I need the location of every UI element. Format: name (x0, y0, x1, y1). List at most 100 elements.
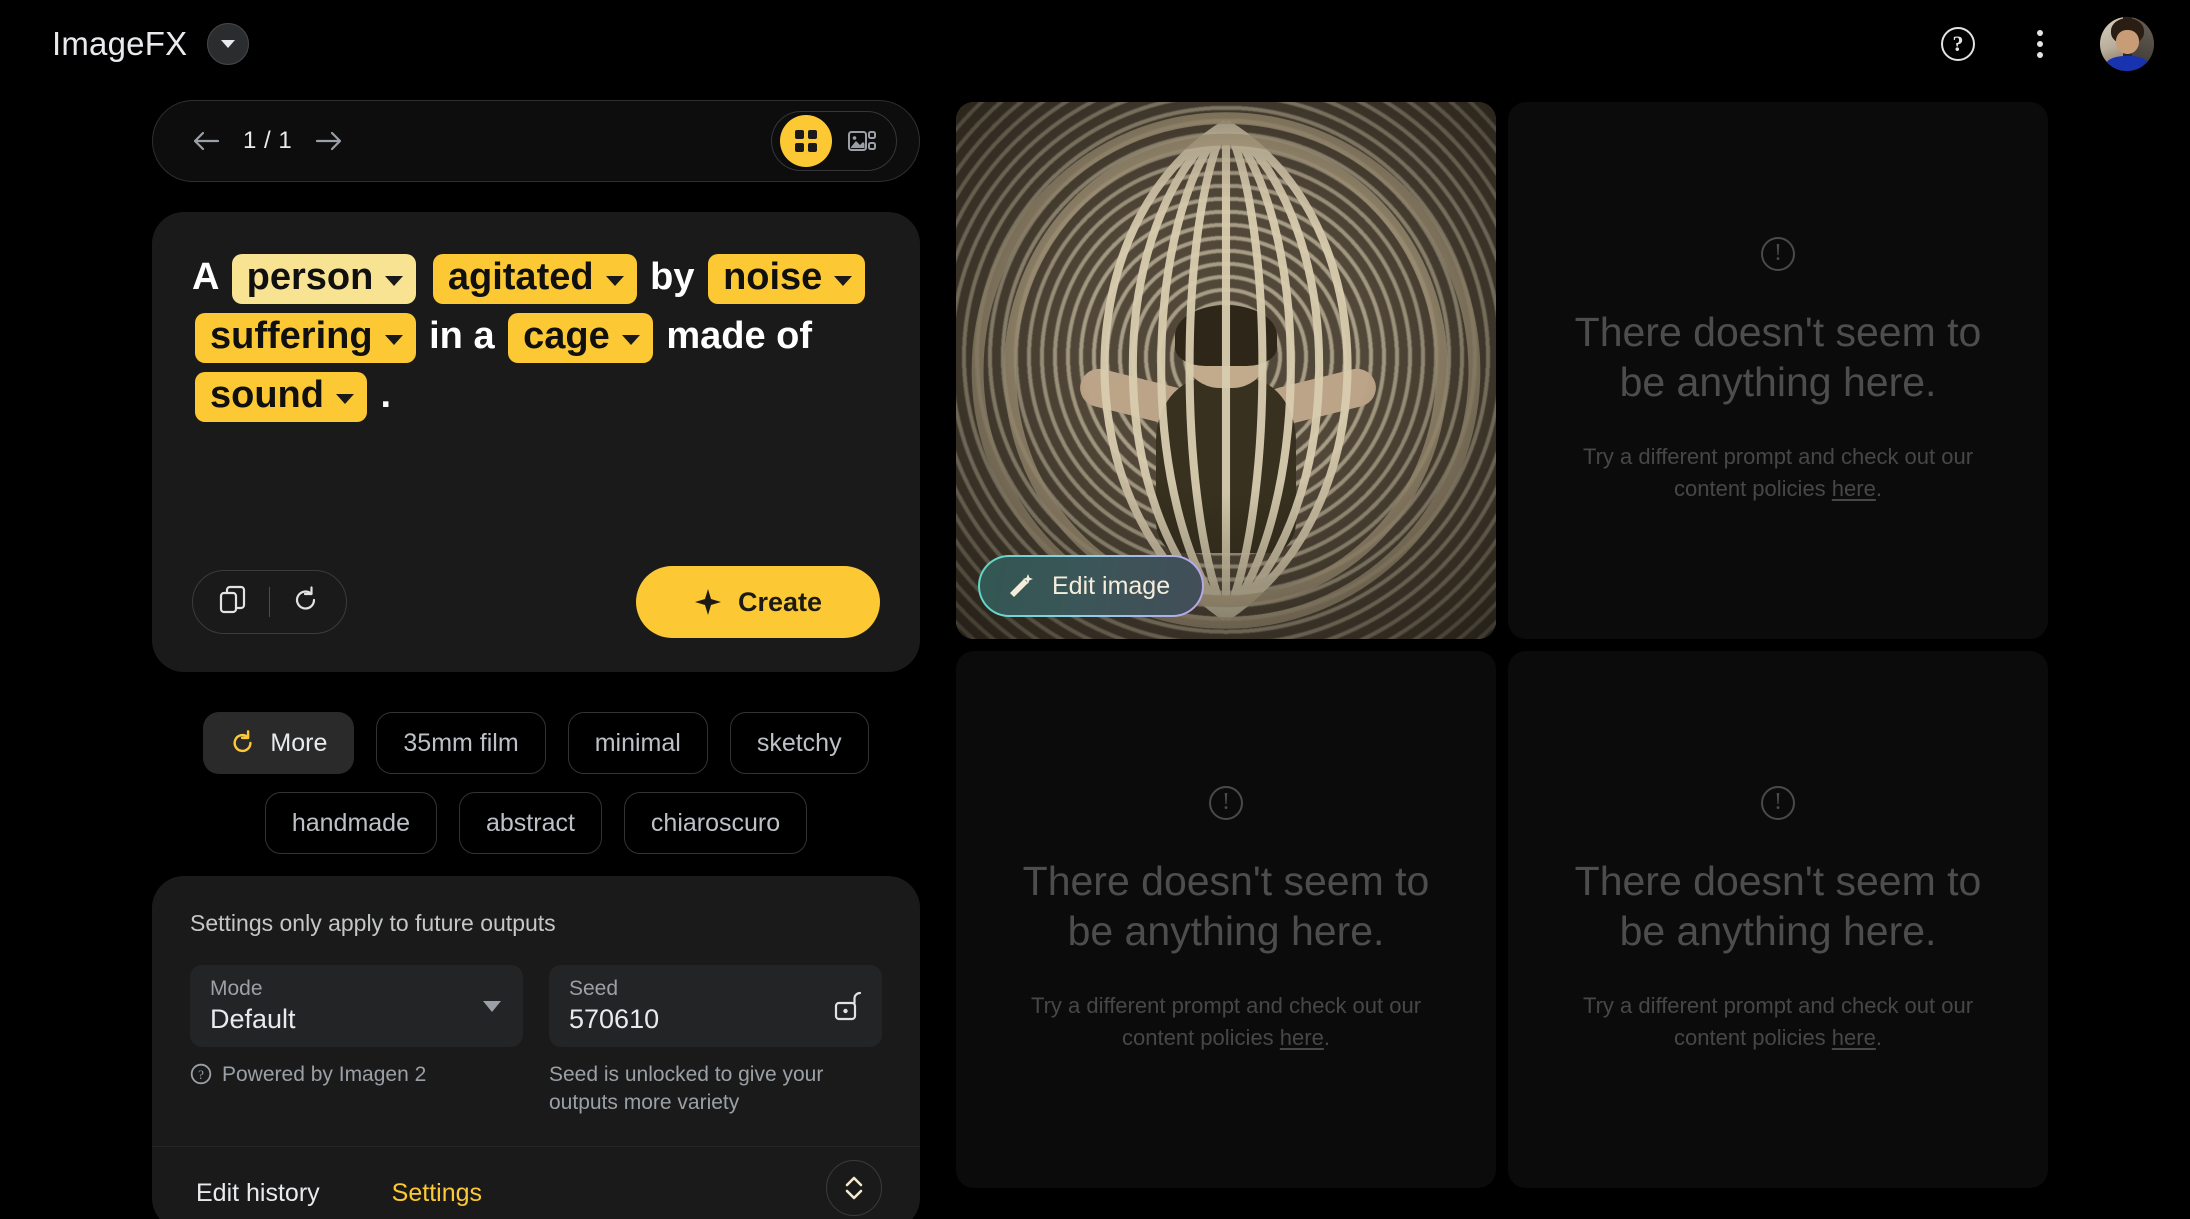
style-chip-minimal[interactable]: minimal (567, 712, 708, 774)
tab-settings[interactable]: Settings (386, 1179, 488, 1219)
mode-label: Mode (210, 977, 263, 1000)
seed-help-text: Seed is unlocked to give your outputs mo… (549, 1063, 824, 1115)
prompt-chip-label: agitated (447, 256, 594, 298)
edit-image-button[interactable]: Edit image (978, 555, 1205, 617)
prompt-chip-label: sound (210, 374, 324, 417)
style-suggestions: More 35mm film minimal sketchy handmade abstr… (152, 712, 920, 854)
settings-fields: Mode Default ? Powered by Imagen 2 Seed … (190, 965, 882, 1118)
empty-subtitle: Try a different prompt and check out our… (1568, 990, 1988, 1054)
empty-result-cell: ! There doesn't seem to be anything here… (1508, 651, 2048, 1188)
top-bar: ImageFX ? (0, 0, 2190, 88)
mode-select[interactable]: Mode Default (190, 965, 523, 1047)
prompt-chip-suffering[interactable]: suffering (195, 313, 416, 364)
tab-edit-history[interactable]: Edit history (190, 1179, 326, 1219)
empty-subtitle-text: Try a different prompt and check out our… (1030, 992, 1422, 1050)
avatar[interactable] (2100, 17, 2154, 71)
chevron-down-icon (221, 40, 236, 48)
next-button[interactable] (306, 118, 352, 164)
prompt-card: A person agitated by noise suffering in … (152, 212, 920, 672)
empty-subtitle-period: . (1323, 1024, 1330, 1050)
style-chip-35mm-film[interactable]: 35mm film (376, 712, 546, 774)
create-button[interactable]: Create (636, 566, 880, 638)
chevron-down-icon (621, 334, 640, 345)
brand: ImageFX (52, 23, 250, 65)
prompt-actions: Create (192, 566, 880, 638)
previous-button[interactable] (183, 118, 229, 164)
empty-title: There doesn't seem to be anything here. (1574, 857, 1982, 954)
kebab-menu-icon (2037, 30, 2043, 58)
exclamation-circle-icon: ! (1761, 785, 1795, 820)
empty-subtitle: Try a different prompt and check out our… (1568, 441, 1988, 505)
detail-view-button[interactable] (836, 115, 888, 167)
prompt-static-text: A (192, 256, 219, 298)
mode-help: ? Powered by Imagen 2 (190, 1061, 523, 1089)
page-title: ImageFX (52, 25, 188, 62)
generated-image-cell[interactable]: Edit image (956, 102, 1496, 639)
mode-help-text: Powered by Imagen 2 (222, 1063, 427, 1086)
mode-field-group: Mode Default ? Powered by Imagen 2 (190, 965, 523, 1118)
prompt-static-text: . (380, 374, 392, 417)
expand-collapse-chevrons-icon (845, 1176, 863, 1199)
empty-subtitle-period: . (1875, 1024, 1882, 1050)
style-chip-chiaroscuro[interactable]: chiaroscuro (623, 792, 808, 854)
empty-result-cell: ! There doesn't seem to be anything here… (1508, 102, 2048, 639)
content-policies-link[interactable]: here (1832, 476, 1876, 501)
settings-note: Settings only apply to future outputs (190, 910, 556, 936)
content-policies-link[interactable]: here (1832, 1025, 1876, 1050)
svg-text:?: ? (198, 1067, 204, 1082)
seed-field-group: Seed 570610 Seed is unlocked to give you… (549, 965, 882, 1118)
prompt-chip-agitated[interactable]: agitated (432, 254, 637, 305)
prompt-chip-sound[interactable]: sound (195, 372, 367, 423)
empty-subtitle-text: Try a different prompt and check out our… (1582, 443, 1974, 501)
prompt-static-text: in a (429, 315, 495, 358)
edit-image-label: Edit image (1052, 571, 1171, 600)
prompt-chip-person[interactable]: person (231, 254, 417, 305)
more-styles-button[interactable]: More (203, 712, 355, 774)
prompt-chip-noise[interactable]: noise (708, 254, 866, 305)
style-chip-abstract[interactable]: abstract (458, 792, 602, 854)
chevron-down-icon (605, 275, 624, 286)
chevron-down-icon (483, 1001, 501, 1012)
chevron-down-icon (385, 275, 404, 286)
grid-view-button[interactable] (780, 115, 832, 167)
imagefx-app: ImageFX ? 1 / 1 A person agitated by noi… (0, 0, 2190, 1219)
prompt-editor[interactable]: A person agitated by noise suffering in … (192, 254, 880, 431)
empty-title: There doesn't seem to be anything here. (1022, 857, 1430, 954)
mode-value: Default (210, 1004, 296, 1034)
results-grid: Edit image ! There doesn't seem to be an… (956, 102, 2048, 1188)
chevron-down-icon (834, 275, 853, 286)
page-indicator: 1 / 1 (243, 127, 293, 154)
prompt-chip-label: cage (523, 315, 610, 358)
prompt-static-text: by (650, 256, 695, 298)
prompt-chip-label: noise (723, 256, 823, 298)
style-chip-handmade[interactable]: handmade (264, 792, 437, 854)
settings-card: Settings only apply to future outputs Mo… (152, 876, 920, 1219)
copy-icon (219, 585, 246, 613)
content-policies-link[interactable]: here (1280, 1025, 1324, 1050)
copy-button[interactable] (219, 585, 247, 620)
seed-input[interactable]: Seed 570610 (549, 965, 882, 1047)
prompt-chip-label: suffering (210, 315, 373, 358)
chevron-down-icon (384, 334, 403, 345)
empty-subtitle-period: . (1875, 475, 1882, 501)
seed-lock-button[interactable] (830, 987, 864, 1030)
empty-result-cell: ! There doesn't seem to be anything here… (956, 651, 1496, 1188)
reset-prompt-button[interactable] (292, 585, 320, 620)
unlocked-padlock-icon (834, 991, 862, 1021)
pager-bar: 1 / 1 (152, 100, 920, 182)
expand-panel-button[interactable] (826, 1159, 882, 1216)
grid-four-squares-icon (795, 130, 817, 152)
help-button[interactable]: ? (1936, 22, 1980, 66)
divider (269, 587, 270, 617)
chevron-down-icon (335, 393, 354, 404)
exclamation-circle-icon: ! (1761, 236, 1795, 271)
overflow-menu-button[interactable] (2018, 22, 2062, 66)
image-detail-icon (848, 131, 876, 151)
exclamation-circle-icon: ! (1209, 785, 1243, 820)
style-chip-sketchy[interactable]: sketchy (729, 712, 869, 774)
arrow-left-icon (193, 131, 220, 151)
prompt-chip-cage[interactable]: cage (508, 313, 653, 364)
empty-subtitle-text: Try a different prompt and check out our… (1582, 992, 1974, 1050)
brand-dropdown-button[interactable] (207, 23, 250, 65)
arrow-right-icon (316, 131, 342, 151)
